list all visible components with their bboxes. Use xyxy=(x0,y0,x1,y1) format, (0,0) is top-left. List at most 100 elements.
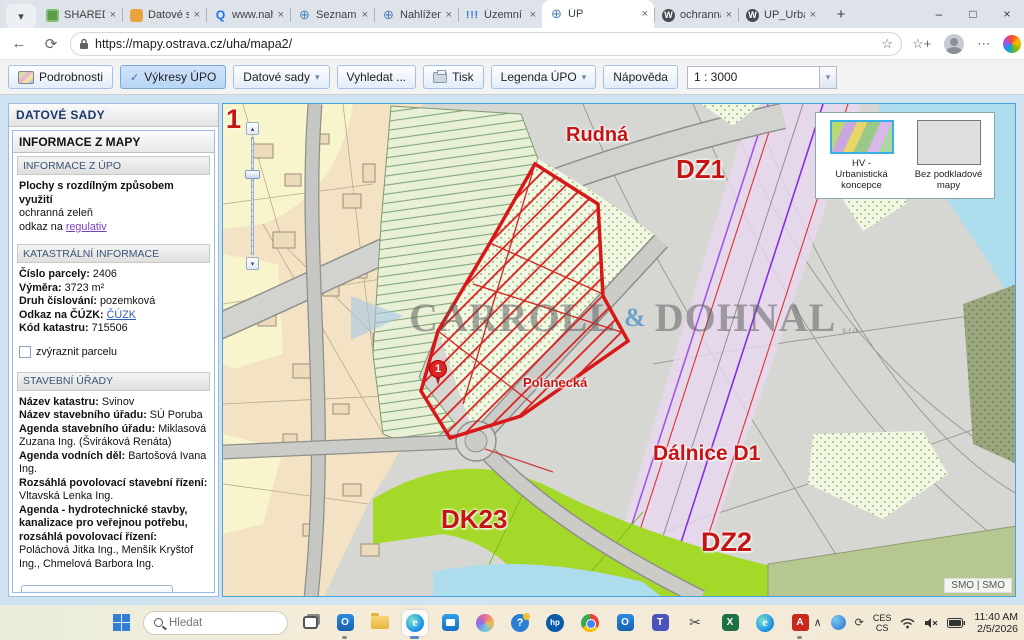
close-icon[interactable]: × xyxy=(810,9,816,21)
edge-secondary-button[interactable]: e xyxy=(752,610,778,636)
zoom-slider-track[interactable] xyxy=(251,137,254,255)
task-view-icon xyxy=(303,616,318,629)
tab-nahlizeni[interactable]: Q www.nahlizen × xyxy=(206,2,290,28)
tab-datove-schranky[interactable]: Datové schrán × xyxy=(122,2,206,28)
tab-shared-list[interactable]: SHARED LIST × xyxy=(38,2,122,28)
maximize-button[interactable]: □ xyxy=(956,0,990,28)
vykresy-upo-button[interactable]: ✓ Výkresy ÚPO xyxy=(120,65,226,89)
scissors-icon: ✂ xyxy=(689,614,701,631)
hp-button[interactable]: hp xyxy=(542,610,568,636)
check-icon: ✓ xyxy=(130,71,139,84)
wordpress-icon: W xyxy=(662,9,675,22)
basemap-thumbnail-selected[interactable] xyxy=(830,120,894,154)
refresh-button[interactable]: ⟳ xyxy=(38,31,64,57)
close-icon[interactable]: × xyxy=(110,9,116,21)
battery-icon[interactable] xyxy=(947,618,965,628)
close-icon[interactable]: × xyxy=(194,9,200,21)
wifi-icon[interactable] xyxy=(900,617,915,629)
marker-head: 1 xyxy=(429,360,447,378)
globe-icon: ⊕ xyxy=(382,9,395,22)
tray-chevron-icon[interactable]: ∧ xyxy=(814,616,822,629)
taskbar-search[interactable] xyxy=(143,611,288,635)
map-label-dalnice-d1: Dálnice D1 xyxy=(653,442,760,466)
volume-muted-icon[interactable] xyxy=(924,617,938,629)
basemap-thumbnail-blank[interactable] xyxy=(917,120,981,165)
mail-icon xyxy=(130,9,143,22)
napoveda-button[interactable]: Nápověda xyxy=(603,65,678,89)
scale-combobox[interactable]: 1 : 3000 ▾ xyxy=(687,66,837,89)
regulativ-link[interactable]: regulativ xyxy=(66,221,107,233)
tab-up-urbanismus[interactable]: W UP_Urbanism × xyxy=(738,2,822,28)
minimize-button[interactable]: – xyxy=(922,0,956,28)
tab-up-active[interactable]: ⊕ ÚP × xyxy=(542,0,654,28)
collections-icon[interactable]: ☆+ xyxy=(912,36,931,52)
panel-title: INFORMACE Z MAPY xyxy=(13,131,214,153)
teams-button[interactable]: T xyxy=(647,610,673,636)
upo-info-text: Plochy s rozdílným způsobem využití ochr… xyxy=(17,175,210,238)
zoom-out-button[interactable]: ▾ xyxy=(246,257,259,270)
chevron-down-icon[interactable]: ▾ xyxy=(819,67,836,88)
edge-button-active[interactable]: e xyxy=(402,610,428,636)
close-window-button[interactable]: × xyxy=(990,0,1024,28)
map-label-dk23: DK23 xyxy=(441,504,507,535)
close-icon[interactable]: × xyxy=(362,9,368,21)
tisk-button[interactable]: Tisk xyxy=(423,65,484,89)
zoom-slider[interactable]: ▴ ▾ xyxy=(245,122,260,270)
language-indicator[interactable]: CES CS xyxy=(873,613,892,633)
chevron-down-icon: ▾ xyxy=(315,72,320,83)
tab-ochranna-zelen[interactable]: W ochranna_zele × xyxy=(654,2,738,28)
zoom-in-button[interactable]: ▴ xyxy=(246,122,259,135)
outlook-icon: O xyxy=(337,614,354,631)
favorite-star-icon[interactable]: ☆ xyxy=(881,36,893,52)
cuzk-link[interactable]: ČÚZK xyxy=(107,309,136,321)
map-canvas[interactable]: 1 ▴ ▾ 1 Rudná DZ1 Dálnice D1 DZ2 DK23 Po… xyxy=(222,103,1016,597)
task-view-button[interactable] xyxy=(297,610,323,636)
url-field[interactable]: https://mapy.ostrava.cz/uha/mapa2/ ☆ xyxy=(70,32,902,56)
start-button[interactable] xyxy=(108,610,134,636)
basemap-option-bez-podkladu[interactable]: Bez podkladové mapy xyxy=(913,120,984,191)
datove-sady-button[interactable]: Datové sady ▾ xyxy=(233,65,329,89)
main-content: DATOVÉ SADY INFORMACE Z MAPY INFORMACE Z… xyxy=(0,95,1024,605)
tray-sync-icon[interactable]: ⟳ xyxy=(855,616,864,629)
copilot-button[interactable] xyxy=(472,610,498,636)
map-marker-1[interactable]: 1 xyxy=(429,360,447,386)
acrobat-button[interactable]: A xyxy=(787,610,813,636)
zoom-slider-handle[interactable] xyxy=(245,170,260,179)
outlook-classic-button[interactable]: O xyxy=(612,610,638,636)
outlook-button[interactable]: O xyxy=(332,610,358,636)
zvyraznit-parcelu-checkbox[interactable] xyxy=(19,346,31,358)
browser-menu-icon[interactable]: ⋯ xyxy=(977,36,990,52)
tab-nahlizeni-do-katastru[interactable]: ⊕ Nahlížení do k × xyxy=(374,2,458,28)
taskbar-clock[interactable]: 11:40 AM 2/5/2026 xyxy=(974,611,1018,635)
tab-seznam-nemovitosti[interactable]: ⊕ Seznam nemo × xyxy=(290,2,374,28)
help-button[interactable]: ? xyxy=(507,610,533,636)
chrome-button[interactable] xyxy=(577,610,603,636)
katastr-info-text: Číslo parcely: 2406 Výměra: 3723 m² Druh… xyxy=(17,263,210,340)
profile-avatar[interactable] xyxy=(944,34,964,54)
chrome-icon xyxy=(581,614,599,632)
file-explorer-button[interactable] xyxy=(367,610,393,636)
smazat-informace-button[interactable]: Smazat informace z mapy xyxy=(21,585,173,592)
informace-z-mapy-panel: INFORMACE Z MAPY INFORMACE Z ÚPO Plochy … xyxy=(12,130,215,593)
globe-icon: ⊕ xyxy=(550,8,563,21)
search-input[interactable] xyxy=(169,617,269,629)
close-icon[interactable]: × xyxy=(530,9,536,21)
copilot-icon[interactable] xyxy=(1003,35,1021,53)
highlight-parcel-row: zvýraznit parcelu xyxy=(17,340,210,366)
close-icon[interactable]: × xyxy=(726,9,732,21)
new-tab-button[interactable]: + xyxy=(828,2,854,26)
podrobnosti-button[interactable]: Podrobnosti xyxy=(8,65,113,89)
close-icon[interactable]: × xyxy=(278,9,284,21)
tray-teams-icon[interactable] xyxy=(831,615,846,630)
close-icon[interactable]: × xyxy=(446,9,452,21)
close-icon[interactable]: × xyxy=(642,8,648,20)
snipping-tool-button[interactable]: ✂ xyxy=(682,610,708,636)
excel-button[interactable]: X xyxy=(717,610,743,636)
tab-uzemni-plan[interactable]: !!! Územní plán × xyxy=(458,2,542,28)
microsoft-store-button[interactable] xyxy=(437,610,463,636)
basemap-option-urbanisticka[interactable]: HV - Urbanistická koncepce xyxy=(826,120,897,191)
legenda-upo-button[interactable]: Legenda ÚPO ▾ xyxy=(491,65,597,89)
tab-search-chevron-icon[interactable]: ▾ xyxy=(6,4,36,28)
back-button[interactable]: ← xyxy=(6,31,32,57)
vyhledat-button[interactable]: Vyhledat ... xyxy=(337,65,417,89)
